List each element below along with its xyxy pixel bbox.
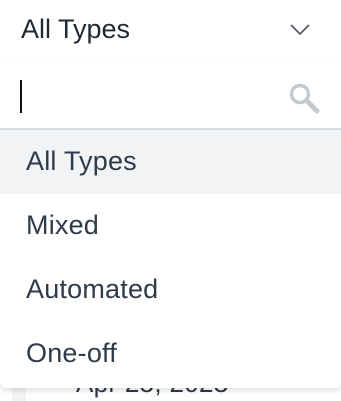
option-label: Automated	[26, 274, 159, 304]
option-label: One-off	[26, 338, 117, 368]
search-icon	[289, 83, 320, 114]
options-list: All Types Mixed Automated One-off	[0, 130, 341, 386]
option-mixed[interactable]: Mixed	[0, 194, 341, 258]
option-all-types[interactable]: All Types	[0, 130, 341, 194]
type-select-value: All Types	[21, 14, 131, 44]
search-row	[0, 62, 341, 130]
type-options-panel: All Types Mixed Automated One-off	[0, 62, 341, 388]
option-label: All Types	[26, 146, 137, 176]
chevron-down-icon	[290, 24, 310, 36]
option-label: Mixed	[26, 210, 100, 240]
option-one-off[interactable]: One-off	[0, 322, 341, 386]
text-caret	[20, 80, 22, 113]
type-select[interactable]: All Types	[0, 0, 341, 62]
type-filter-dropdown: Apr 25, 2023 All Types All Types Mixed	[0, 0, 341, 401]
search-input[interactable]	[18, 76, 278, 118]
option-automated[interactable]: Automated	[0, 258, 341, 322]
